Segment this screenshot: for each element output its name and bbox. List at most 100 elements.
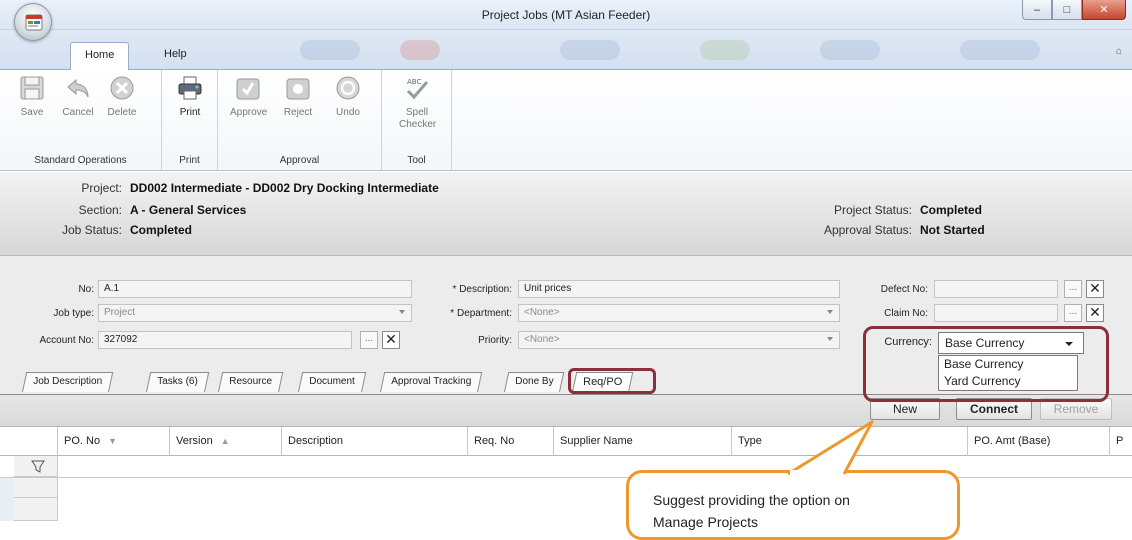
- ribbon-group-approval: Approve Reject Undo Approval: [218, 70, 382, 170]
- blurred-decoration: [820, 40, 880, 60]
- print-label: Print: [179, 107, 201, 118]
- claim-clear-button[interactable]: ✕: [1086, 304, 1104, 322]
- column-header-req-no[interactable]: Req. No: [468, 427, 554, 456]
- grid-left-gutter: [0, 478, 14, 521]
- delete-icon: [110, 76, 134, 100]
- blurred-decoration: [400, 40, 440, 60]
- account-clear-button[interactable]: ✕: [382, 331, 400, 349]
- ribbon-group-label: Approval: [279, 155, 320, 166]
- row-header[interactable]: [14, 498, 58, 521]
- app-logo-icon: [25, 14, 43, 31]
- po-grid-header: PO. No ▼ Version ▲ Description Req. No Sup…: [0, 426, 1132, 456]
- column-header-supplier-name[interactable]: Supplier Name: [554, 427, 732, 456]
- defect-lookup-button[interactable]: ...: [1064, 280, 1082, 298]
- maximize-button[interactable]: □: [1052, 0, 1082, 20]
- filter-funnel-icon[interactable]: [14, 456, 58, 476]
- column-header-p[interactable]: P: [1110, 427, 1132, 456]
- claim-no-field[interactable]: [934, 304, 1058, 322]
- annotation-callout: Suggest providing the option on Manage P…: [626, 470, 960, 540]
- callout-line-1: Suggest providing the option on: [653, 492, 850, 508]
- printer-icon: [178, 76, 202, 100]
- reject-label: Reject: [283, 107, 313, 118]
- account-no-field[interactable]: 327092: [98, 331, 352, 349]
- title-bar: Project Jobs (MT Asian Feeder) – □ ✕: [0, 0, 1132, 30]
- filter-row-header: [14, 456, 58, 477]
- close-button[interactable]: ✕: [1082, 0, 1126, 20]
- filter-dropdown-icon[interactable]: ▼: [108, 436, 117, 446]
- job-type-value: Project: [104, 307, 136, 318]
- tab-document[interactable]: Document: [298, 372, 366, 392]
- cancel-label: Cancel: [62, 107, 94, 118]
- ribbon-tab-strip: Home Help ⌂: [0, 30, 1132, 70]
- column-header-description[interactable]: Description: [282, 427, 468, 456]
- save-button[interactable]: Save: [14, 74, 50, 119]
- currency-option-base[interactable]: Base Currency: [939, 356, 1077, 373]
- ribbon-collapse-icon[interactable]: ⌂: [1116, 46, 1122, 57]
- column-header-po-no[interactable]: PO. No ▼: [58, 427, 170, 456]
- tab-approval-tracking[interactable]: Approval Tracking: [380, 372, 483, 392]
- claim-no-label: Claim No:: [884, 308, 928, 319]
- priority-select[interactable]: <None>: [518, 331, 840, 349]
- approval-status-label: Approval Status:: [823, 223, 912, 237]
- save-label: Save: [20, 107, 44, 118]
- blurred-decoration: [700, 40, 750, 60]
- minimize-button[interactable]: –: [1022, 0, 1052, 20]
- req-po-highlight-box: [568, 368, 656, 394]
- priority-label: Priority:: [478, 335, 512, 346]
- tab-resource[interactable]: Resource: [218, 372, 284, 392]
- no-field[interactable]: A.1: [98, 280, 412, 298]
- undo-button[interactable]: Undo: [330, 74, 366, 119]
- approve-label: Approve: [230, 107, 268, 118]
- ribbon-group-print: Print Print: [162, 70, 218, 170]
- no-label: No:: [78, 284, 94, 295]
- tab-home[interactable]: Home: [70, 42, 130, 70]
- section-label: Section:: [78, 203, 122, 217]
- print-button[interactable]: Print: [172, 74, 208, 119]
- delete-button[interactable]: Delete: [104, 74, 140, 119]
- spell-checker-label: Spell Checker: [399, 107, 437, 130]
- tab-job-description[interactable]: Job Description: [22, 372, 114, 392]
- chevron-down-icon: [399, 310, 405, 314]
- reject-button[interactable]: Reject: [280, 74, 316, 119]
- job-info-panel: Project: DD002 Intermediate - DD002 Dry …: [0, 172, 1132, 256]
- chevron-down-icon: [1065, 342, 1073, 346]
- claim-lookup-button[interactable]: ...: [1064, 304, 1082, 322]
- ribbon-group-label: Print: [179, 155, 200, 166]
- tab-done-by[interactable]: Done By: [504, 372, 565, 392]
- department-select[interactable]: <None>: [518, 304, 840, 322]
- account-lookup-button[interactable]: ...: [360, 331, 378, 349]
- ribbon-group-label: Tool: [407, 155, 426, 166]
- window-controls: – □ ✕: [1022, 0, 1126, 22]
- description-field[interactable]: Unit prices: [518, 280, 840, 298]
- row-selector-header: [0, 427, 58, 456]
- approve-icon: [236, 78, 260, 100]
- defect-no-field[interactable]: [934, 280, 1058, 298]
- save-icon: [20, 76, 44, 100]
- undo-icon: [336, 76, 360, 100]
- spell-checker-button[interactable]: ABC Spell Checker: [399, 74, 437, 131]
- tab-help[interactable]: Help: [150, 42, 201, 68]
- blurred-decoration: [560, 40, 620, 60]
- account-no-label: Account No:: [39, 335, 94, 346]
- reject-icon: [286, 78, 310, 100]
- defect-clear-button[interactable]: ✕: [1086, 280, 1104, 298]
- cancel-button[interactable]: Cancel: [60, 74, 96, 119]
- ribbon-group-label: Standard Operations: [34, 155, 127, 166]
- job-type-select[interactable]: Project: [98, 304, 412, 322]
- currency-option-yard[interactable]: Yard Currency: [939, 373, 1077, 390]
- app-menu-button[interactable]: [14, 3, 52, 41]
- department-value: <None>: [524, 307, 560, 318]
- row-header[interactable]: [14, 478, 58, 498]
- window-title: Project Jobs (MT Asian Feeder): [481, 8, 651, 22]
- project-label: Project:: [81, 181, 122, 195]
- approve-button[interactable]: Approve: [230, 74, 268, 119]
- blurred-decoration: [960, 40, 1040, 60]
- currency-select[interactable]: Base Currency: [938, 332, 1084, 354]
- tab-tasks[interactable]: Tasks (6): [146, 372, 209, 392]
- spell-icon-text: ABC: [407, 78, 421, 86]
- grid-filter-row: [0, 456, 1132, 478]
- currency-dropdown-list: Base Currency Yard Currency: [938, 355, 1078, 391]
- column-header-po-amt-base[interactable]: PO. Amt (Base): [968, 427, 1110, 456]
- column-header-version[interactable]: Version ▲: [170, 427, 282, 456]
- job-status-value: Completed: [130, 223, 193, 237]
